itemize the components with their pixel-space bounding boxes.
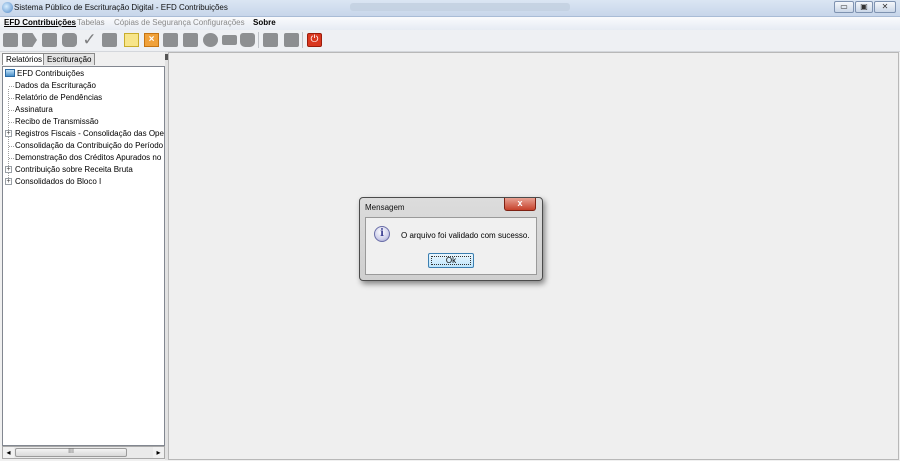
validate-check-icon[interactable]: ✓ xyxy=(82,31,97,48)
import-icon[interactable] xyxy=(62,33,77,47)
tab-escrituracao[interactable]: Escrituração xyxy=(43,53,96,65)
maximize-button[interactable]: ▣ xyxy=(855,1,873,13)
tree-item-contribuicao-receita-bruta[interactable]: + Contribuição sobre Receita Bruta xyxy=(5,164,163,176)
minimize-button[interactable]: ▭ xyxy=(834,1,854,13)
menu-efd-contribuicoes[interactable]: EFD Contribuições xyxy=(4,18,76,27)
menu-configuracoes[interactable]: Configurações xyxy=(193,18,245,27)
dialog-close-button[interactable]: x xyxy=(504,198,536,211)
toolbar: ✓ × ⏻ xyxy=(0,30,900,52)
menu-bar: EFD Contribuições Tabelas Cópias de Segu… xyxy=(0,17,900,31)
open-file-icon[interactable] xyxy=(22,33,37,47)
scroll-left-icon[interactable]: ◂ xyxy=(3,447,14,458)
menu-copias-de-seguranca[interactable]: Cópias de Segurança xyxy=(114,18,191,27)
expand-icon[interactable]: + xyxy=(5,130,12,137)
message-dialog: Mensagem x i O arquivo foi validado com … xyxy=(359,197,543,281)
dialog-title: Mensagem xyxy=(365,203,405,212)
dialog-body: i O arquivo foi validado com sucesso. Ok xyxy=(365,217,537,275)
scroll-thumb[interactable]: III xyxy=(15,448,127,457)
tree-root[interactable]: EFD Contribuições xyxy=(5,68,163,80)
tree-horizontal-scrollbar[interactable]: ◂ III ▸ xyxy=(2,446,165,459)
window-title: Sistema Público de Escrituração Digital … xyxy=(14,3,228,12)
toolbar-separator xyxy=(302,32,303,48)
tree-item-assinatura[interactable]: Assinatura xyxy=(5,104,163,116)
menu-tabelas[interactable]: Tabelas xyxy=(77,18,105,27)
tree-item-relatorio-pendencias[interactable]: Relatório de Pendências xyxy=(5,92,163,104)
save-as-icon[interactable] xyxy=(284,33,299,47)
window-titlebar: Sistema Público de Escrituração Digital … xyxy=(0,0,900,17)
tab-relatorios[interactable]: Relatórios xyxy=(2,53,47,65)
envelope-icon[interactable] xyxy=(222,35,237,45)
info-icon: i xyxy=(374,226,390,242)
globe-icon[interactable] xyxy=(203,33,218,47)
scroll-right-icon[interactable]: ▸ xyxy=(153,447,164,458)
toolbar-separator xyxy=(258,32,259,48)
tree-item-registros-fiscais[interactable]: + Registros Fiscais - Consolidação das O… xyxy=(5,128,164,140)
save-icon[interactable] xyxy=(263,33,278,47)
folder-icon[interactable] xyxy=(42,33,57,47)
tree-item-dados-escrituracao[interactable]: Dados da Escrituração xyxy=(5,80,163,92)
tree-item-demonstracao-creditos[interactable]: Demonstração dos Créditos Apurados no Pe… xyxy=(5,152,164,164)
panel-tabs: Relatórios Escrituração xyxy=(2,52,165,66)
ok-button[interactable]: Ok xyxy=(428,253,474,268)
sign-icon[interactable] xyxy=(163,33,178,47)
left-panel: Relatórios Escrituração EFD Contribuiçõe… xyxy=(2,52,165,460)
bag-icon[interactable] xyxy=(240,33,255,47)
transmit-icon[interactable] xyxy=(183,33,198,47)
new-file-icon[interactable] xyxy=(3,33,18,47)
app-icon xyxy=(2,2,13,13)
tree-item-recibo-transmissao[interactable]: Recibo de Transmissão xyxy=(5,116,163,128)
print-icon[interactable] xyxy=(102,33,117,47)
power-icon[interactable]: ⏻ xyxy=(307,33,322,47)
titlebar-background-text xyxy=(350,3,570,11)
expand-icon[interactable]: + xyxy=(5,166,12,173)
expand-icon[interactable]: + xyxy=(5,178,12,185)
tree-item-consolidados-bloco-i[interactable]: + Consolidados do Bloco I xyxy=(5,176,163,188)
dialog-message: O arquivo foi validado com sucesso. xyxy=(401,231,530,240)
reports-tree: EFD Contribuições Dados da Escrituração … xyxy=(2,66,165,446)
tree-item-consolidacao-contribuicao[interactable]: Consolidação da Contribuição do Período xyxy=(5,140,163,152)
menu-sobre[interactable]: Sobre xyxy=(253,18,276,27)
close-window-button[interactable]: ✕ xyxy=(874,1,896,13)
focus-ring xyxy=(431,256,471,265)
remove-icon[interactable]: × xyxy=(144,33,159,47)
book-icon xyxy=(5,69,15,77)
notepad-icon[interactable] xyxy=(124,33,139,47)
